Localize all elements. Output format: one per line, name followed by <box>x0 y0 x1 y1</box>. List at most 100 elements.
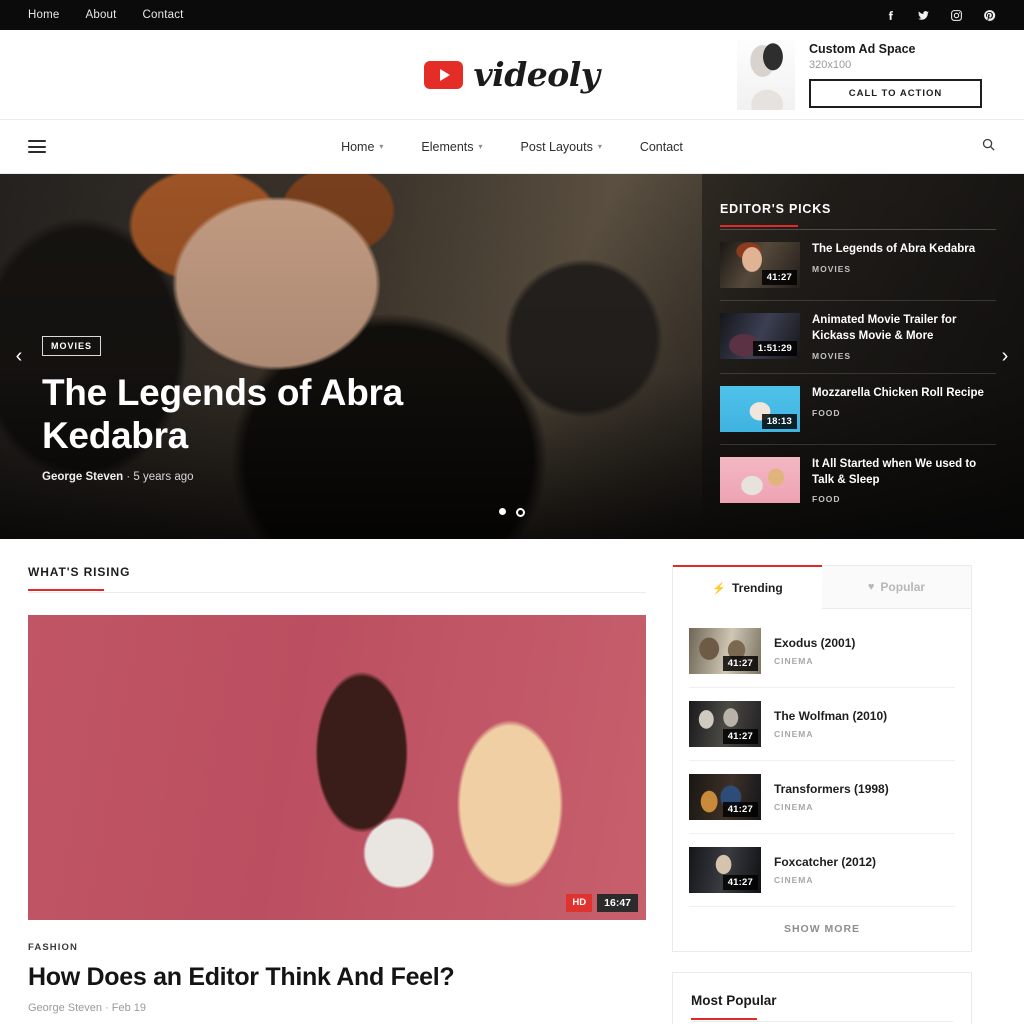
hero-slider: ‹ › MOVIES The Legends of Abra Kedabra G… <box>0 174 1024 539</box>
hero-title[interactable]: The Legends of Abra Kedabra <box>42 372 482 458</box>
search-icon[interactable] <box>981 137 996 157</box>
slider-dot-1[interactable] <box>499 508 506 515</box>
chevron-down-icon: ▾ <box>379 142 384 151</box>
page-root: Home About Contact videoly Custom Ad Spa… <box>0 0 1024 1024</box>
nav-item-home-label: Home <box>341 139 375 154</box>
hero-time: 5 years ago <box>133 471 194 483</box>
post-title[interactable]: How Does an Editor Think And Feel? <box>28 963 646 992</box>
logo-row: videoly Custom Ad Space 320x100 CALL TO … <box>0 30 1024 120</box>
editors-pick-title: Animated Movie Trailer for Kickass Movie… <box>812 314 957 342</box>
nav-item-post-layouts-label: Post Layouts <box>520 139 593 154</box>
facebook-icon[interactable] <box>884 9 897 22</box>
trending-thumbnail: 41:27 <box>689 701 761 747</box>
slider-dot-2[interactable] <box>516 508 525 517</box>
widget-tabs: ⚡ Trending ♥ Popular <box>673 565 971 609</box>
chevron-left-icon[interactable]: ‹ <box>4 342 34 372</box>
editors-picks-heading: EDITOR'S PICKS <box>720 202 832 216</box>
trending-item-category: CINEMA <box>774 729 814 739</box>
duration-badge: 41:27 <box>722 656 758 671</box>
trending-item-title: Exodus (2001) <box>774 636 856 650</box>
nav-item-contact[interactable]: Contact <box>640 140 683 154</box>
trending-item[interactable]: 41:27 Exodus (2001) CINEMA <box>689 615 955 688</box>
trending-item[interactable]: 41:27 Foxcatcher (2012) CINEMA <box>689 834 955 907</box>
main-menu: Home ▾ Elements ▾ Post Layouts ▾ Contact <box>0 140 1024 154</box>
show-more-button[interactable]: SHOW MORE <box>673 907 971 951</box>
editors-pick-title: The Legends of Abra Kedabra <box>812 243 976 255</box>
ad-banner[interactable]: Custom Ad Space 320x100 CALL TO ACTION <box>737 39 982 110</box>
ad-body: Custom Ad Space 320x100 CALL TO ACTION <box>809 40 982 110</box>
trending-thumbnail: 41:27 <box>689 847 761 893</box>
slider-dots <box>0 508 1024 517</box>
topbar-link-home[interactable]: Home <box>28 9 59 21</box>
editors-pick-category: MOVIES <box>812 350 852 361</box>
tab-trending-label: Trending <box>732 581 783 595</box>
main-nav: Home ▾ Elements ▾ Post Layouts ▾ Contact <box>0 120 1024 174</box>
post-meta-separator: · <box>105 1002 109 1014</box>
editors-pick-title: It All Started when We used to Talk & Sl… <box>812 457 977 486</box>
editors-pick-item[interactable]: 1:51:29 Animated Movie Trailer for Kicka… <box>720 301 996 374</box>
most-popular-widget: Most Popular <box>672 972 972 1024</box>
trending-list: 41:27 Exodus (2001) CINEMA 41:27 The Wol… <box>673 609 971 907</box>
pinterest-icon[interactable] <box>983 9 996 22</box>
nav-item-home[interactable]: Home ▾ <box>341 140 383 154</box>
trending-item[interactable]: 41:27 The Wolfman (2010) CINEMA <box>689 688 955 761</box>
hero-caption: MOVIES The Legends of Abra Kedabra Georg… <box>42 336 482 483</box>
tab-popular[interactable]: ♥ Popular <box>822 566 971 609</box>
trending-item-category: CINEMA <box>774 656 814 666</box>
topbar-link-contact[interactable]: Contact <box>143 9 184 21</box>
ad-image <box>737 39 795 110</box>
ad-size: 320x100 <box>809 58 852 71</box>
editors-picks-panel: EDITOR'S PICKS 41:27 The Legends of Abra… <box>702 174 1024 539</box>
editors-pick-thumbnail: 41:27 <box>720 242 800 288</box>
hero-category-badge[interactable]: MOVIES <box>42 336 102 357</box>
editors-pick-item[interactable]: It All Started when We used to Talk & Sl… <box>720 445 996 517</box>
instagram-icon[interactable] <box>950 9 963 22</box>
section-heading-whats-rising: WHAT'S RISING <box>28 565 131 579</box>
site-logo[interactable]: videoly <box>424 55 600 94</box>
post-featured-image[interactable]: HD 16:47 <box>28 615 646 920</box>
editors-pick-thumbnail: 1:51:29 <box>720 313 800 359</box>
twitter-icon[interactable] <box>917 9 930 22</box>
editors-pick-item[interactable]: 41:27 The Legends of Abra Kedabra MOVIES <box>720 230 996 301</box>
site-name: videoly <box>473 55 600 94</box>
tab-trending[interactable]: ⚡ Trending <box>673 565 822 609</box>
section-rule <box>28 589 104 591</box>
trending-item-title: The Wolfman (2010) <box>774 709 888 723</box>
section-rule-bg <box>28 592 646 593</box>
duration-badge: 41:27 <box>722 729 758 744</box>
editors-pick-item[interactable]: 18:13 Mozzarella Chicken Roll Recipe FOO… <box>720 374 996 445</box>
post-badges: HD 16:47 <box>566 894 638 912</box>
editors-pick-thumbnail <box>720 456 800 503</box>
nav-item-post-layouts[interactable]: Post Layouts ▾ <box>521 140 602 154</box>
content-area: WHAT'S RISING HD 16:47 FASHION How Does … <box>0 539 1024 1024</box>
post-category[interactable]: FASHION <box>28 942 646 953</box>
editors-pick-title: Mozzarella Chicken Roll Recipe <box>812 386 984 399</box>
duration-badge: 41:27 <box>722 875 758 890</box>
post-author: George Steven <box>28 1002 102 1014</box>
ad-title: Custom Ad Space <box>809 41 916 56</box>
chevron-right-icon[interactable]: › <box>990 342 1020 372</box>
trending-item-title: Transformers (1998) <box>774 782 889 796</box>
nav-item-contact-label: Contact <box>639 139 683 154</box>
topbar-link-about[interactable]: About <box>85 9 116 21</box>
duration-badge: 41:27 <box>761 270 797 285</box>
duration-badge: 16:47 <box>597 894 638 912</box>
trending-item-category: CINEMA <box>774 802 814 812</box>
editors-picks-rule <box>720 225 798 227</box>
play-button-icon <box>424 60 464 89</box>
heart-icon: ♥ <box>867 581 875 593</box>
duration-badge: 18:13 <box>761 413 797 429</box>
most-popular-rule-bg <box>691 1021 953 1022</box>
duration-badge: 1:51:29 <box>752 341 797 356</box>
duration-badge: 41:27 <box>722 802 758 817</box>
post-date: Feb 19 <box>111 1002 147 1014</box>
nav-item-elements[interactable]: Elements ▾ <box>421 140 482 154</box>
hd-badge: HD <box>566 894 593 912</box>
call-to-action-button[interactable]: CALL TO ACTION <box>809 78 982 108</box>
trending-item[interactable]: 41:27 Transformers (1998) CINEMA <box>689 761 955 834</box>
editors-pick-thumbnail: 18:13 <box>720 385 800 432</box>
sidebar: ⚡ Trending ♥ Popular 41:27 Exodus (2001)… <box>672 565 972 1024</box>
editors-pick-category: FOOD <box>812 407 841 418</box>
hero-author: George Steven <box>42 471 124 483</box>
chevron-down-icon: ▾ <box>597 142 602 151</box>
